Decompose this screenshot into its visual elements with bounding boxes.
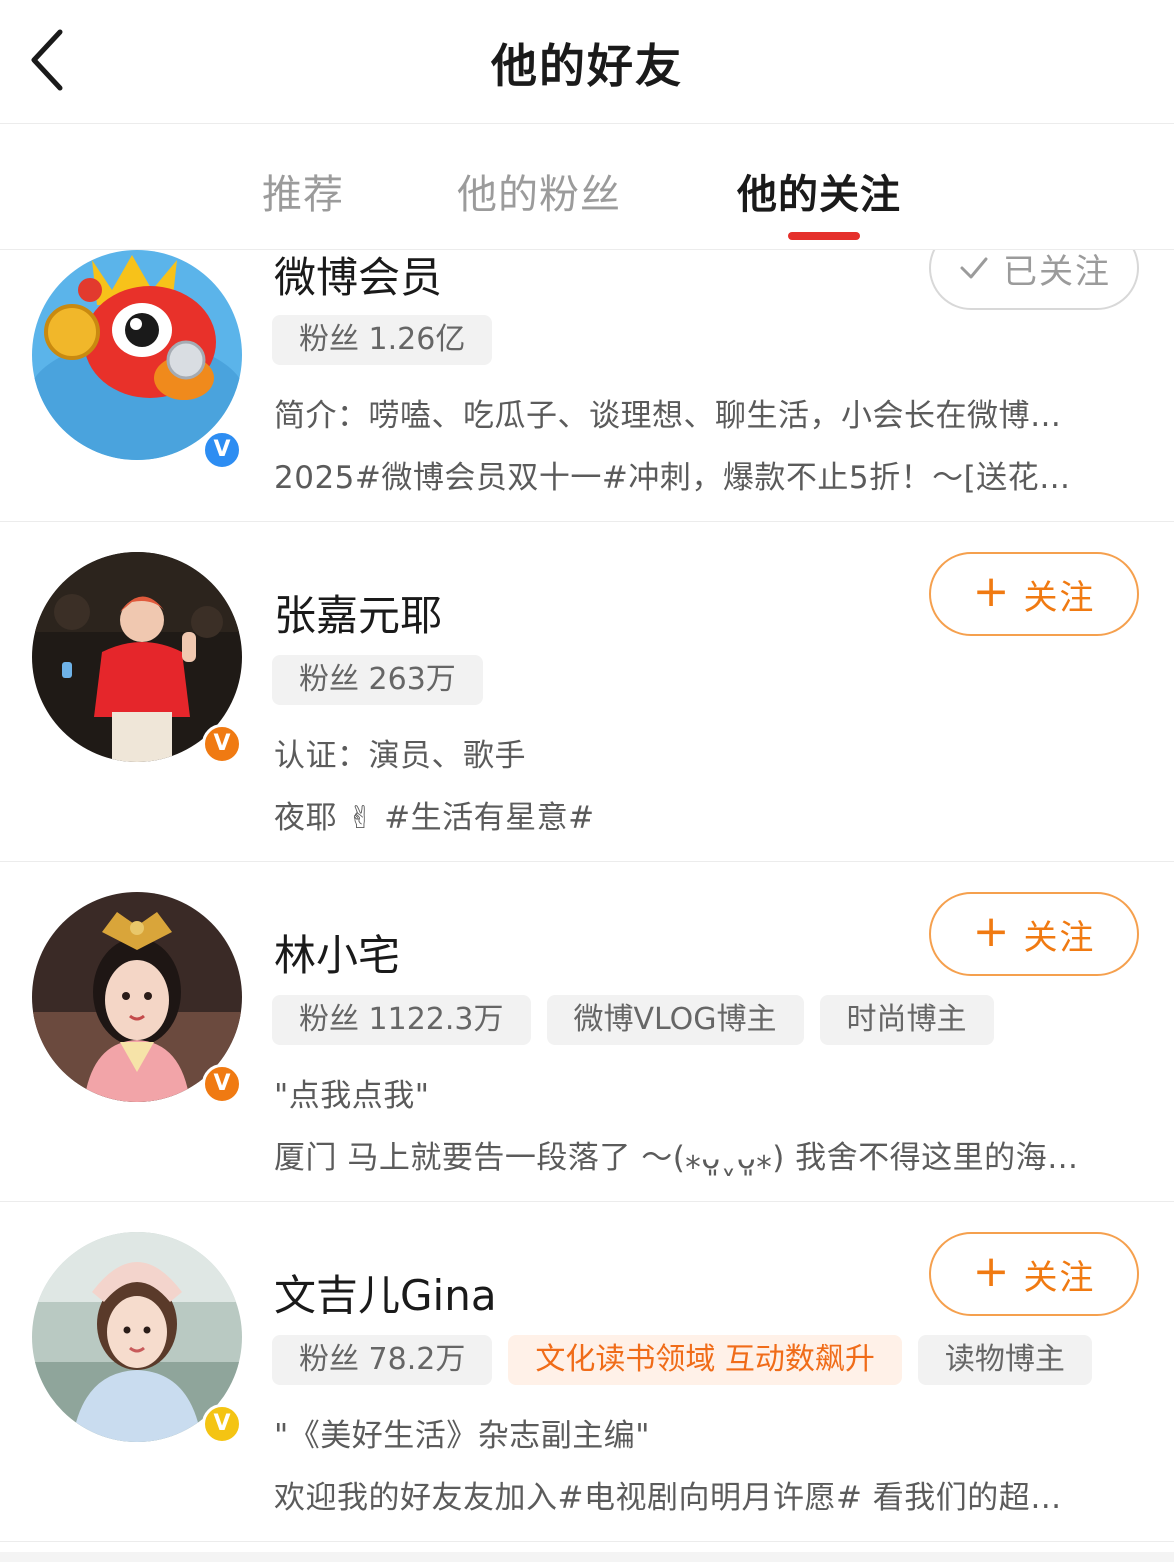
latest-post: 2025#微博会员双十一#冲刺，爆款不止5折！～[送花…	[274, 460, 1071, 496]
category-tag: 微博VLOG博主	[546, 995, 804, 1045]
tab-his-following[interactable]: 他的关注	[737, 162, 901, 220]
latest-post: 欢迎我的好友友加入#电视剧向明月许愿# 看我们的超…	[274, 1480, 1062, 1516]
plus-icon: +	[972, 906, 1012, 957]
latest-post: 夜耶 ✌ #生活有星意#	[274, 800, 595, 836]
top-nav-bar: 他的好友	[0, 0, 1174, 124]
follow-button[interactable]: + 关注	[929, 552, 1139, 636]
follow-button-label: 关注	[1023, 577, 1096, 618]
user-name[interactable]: 文吉儿Gina	[274, 1262, 497, 1323]
user-bio: "《美好生活》杂志副主编"	[274, 1418, 651, 1454]
follow-button-label: 关注	[1023, 1257, 1096, 1298]
weibo-vip-mascot-icon	[32, 250, 242, 460]
fans-count-tag: 粉丝 78.2万	[272, 1335, 493, 1385]
list-item[interactable]: V 微博会员 已关注 粉丝 1.26亿 简介：唠嗑、吃瓜子、谈理想、聊生活，小会…	[0, 250, 1174, 522]
plus-icon: +	[972, 566, 1012, 617]
user-bio: 认证：演员、歌手	[274, 738, 526, 774]
active-tab-indicator	[788, 232, 860, 240]
avatar[interactable]	[32, 250, 242, 460]
list-item[interactable]: V 文吉儿Gina + 关注 粉丝 78.2万 文化读书领域 互动数飙升 读物博…	[0, 1202, 1174, 1542]
user-name[interactable]: 林小宅	[274, 922, 400, 983]
bottom-divider	[0, 1552, 1174, 1562]
user-name[interactable]: 张嘉元耶	[274, 582, 442, 643]
list-item[interactable]: V 林小宅 + 关注 粉丝 1122.3万 微博VLOG博主 时尚博主 "点我点…	[0, 862, 1174, 1202]
follow-button-label: 关注	[1023, 917, 1096, 958]
latest-post: 厦门 马上就要告一段落了 ～(⁎ᴗ͈ˬᴗ͈⁎) 我舍不得这里的海…	[274, 1140, 1079, 1176]
verified-badge-icon: V	[202, 430, 242, 470]
fans-count-tag: 粉丝 1.26亿	[272, 315, 493, 365]
plus-icon: +	[972, 1246, 1012, 1297]
tab-his-fans[interactable]: 他的粉丝	[457, 162, 621, 220]
verified-badge-icon: V	[202, 724, 242, 764]
following-list[interactable]: V 微博会员 已关注 粉丝 1.26亿 简介：唠嗑、吃瓜子、谈理想、聊生活，小会…	[0, 250, 1174, 1562]
follow-button[interactable]: + 关注	[929, 892, 1139, 976]
tab-bar: 推荐 他的粉丝 他的关注	[0, 124, 1174, 250]
tag-row: 粉丝 263万	[272, 655, 483, 705]
fans-count-tag: 粉丝 263万	[272, 655, 483, 705]
user-bio: "点我点我"	[274, 1078, 430, 1114]
tag-row: 粉丝 78.2万 文化读书领域 互动数飙升 读物博主	[272, 1335, 1092, 1385]
page-title: 他的好友	[491, 39, 683, 93]
tag-row: 粉丝 1122.3万 微博VLOG博主 时尚博主	[272, 995, 994, 1045]
user-bio: 简介：唠嗑、吃瓜子、谈理想、聊生活，小会长在微博…	[274, 398, 1062, 434]
following-button[interactable]: 已关注	[929, 250, 1139, 310]
category-tag: 时尚博主	[819, 995, 994, 1045]
verified-badge-icon: V	[202, 1064, 242, 1104]
trending-tag: 文化读书领域 互动数飙升	[508, 1335, 902, 1385]
category-tag: 读物博主	[917, 1335, 1092, 1385]
tab-recommend[interactable]: 推荐	[262, 162, 344, 220]
user-name[interactable]: 微博会员	[274, 250, 442, 305]
tag-row: 粉丝 1.26亿	[272, 315, 493, 365]
follow-button[interactable]: + 关注	[929, 1232, 1139, 1316]
verified-badge-icon: V	[202, 1404, 242, 1444]
check-icon	[960, 257, 988, 279]
list-item[interactable]: V 张嘉元耶 + 关注 粉丝 263万 认证：演员、歌手 夜耶 ✌ #生活有星意…	[0, 522, 1174, 862]
fans-count-tag: 粉丝 1122.3万	[272, 995, 531, 1045]
follow-button-label: 已关注	[1003, 251, 1111, 292]
